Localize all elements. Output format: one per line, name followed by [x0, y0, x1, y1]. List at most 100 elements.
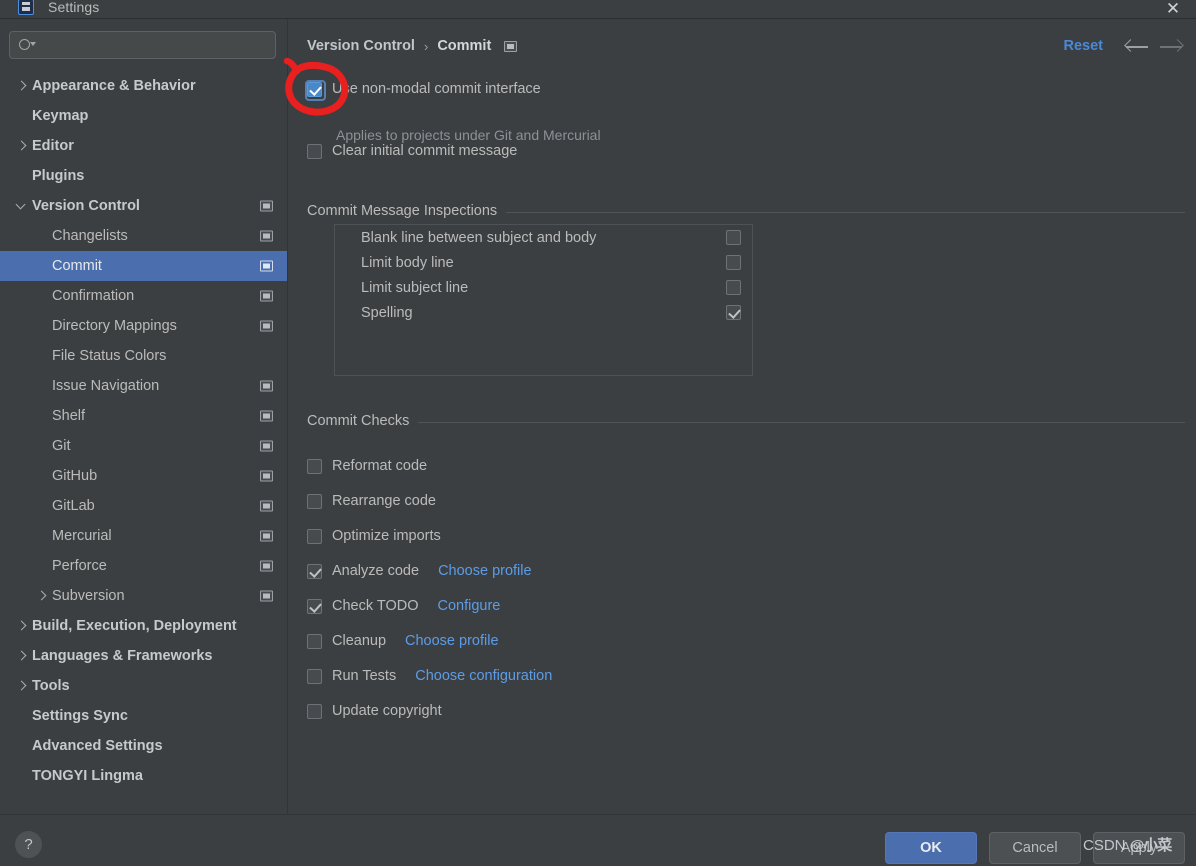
sidebar-item-label: TONGYI Lingma: [32, 768, 143, 784]
commit-check-update-copyright[interactable]: Update copyright: [307, 703, 442, 719]
project-level-settings-icon: [260, 440, 273, 452]
chevron-right-icon[interactable]: [14, 79, 28, 93]
commit-check-run-tests[interactable]: Run Tests Choose configuration: [307, 668, 552, 684]
sidebar-item-issue-navigation[interactable]: Issue Navigation: [0, 371, 287, 401]
commit-check-checkbox[interactable]: [307, 528, 322, 544]
option-label: Use non-modal commit interface: [332, 81, 541, 97]
sidebar-item-gitlab[interactable]: GitLab: [0, 491, 287, 521]
use-non-modal-commit-interface-checkbox[interactable]: [305, 79, 326, 101]
sidebar-item-github[interactable]: GitHub: [0, 461, 287, 491]
search-box[interactable]: [9, 31, 276, 59]
arrow-right-icon[interactable]: [1159, 37, 1184, 57]
commit-check-link[interactable]: Choose profile: [438, 563, 532, 579]
commit-check-checkbox[interactable]: [307, 493, 322, 509]
sidebar-item-version-control[interactable]: Version Control: [0, 191, 287, 221]
sidebar-item-build-execution-deployment[interactable]: Build, Execution, Deployment: [0, 611, 287, 641]
inspection-checkbox[interactable]: [726, 305, 741, 320]
sidebar-item-git[interactable]: Git: [0, 431, 287, 461]
project-level-settings-icon: [260, 290, 273, 302]
sidebar-item-file-status-colors[interactable]: File Status Colors: [0, 341, 287, 371]
chevron-right-icon[interactable]: [34, 589, 48, 603]
sidebar-item-changelists[interactable]: Changelists: [0, 221, 287, 251]
arrow-left-icon[interactable]: [1124, 37, 1149, 57]
commit-message-inspections-list[interactable]: Blank line between subject and body Limit…: [334, 224, 753, 376]
breadcrumb-parent[interactable]: Version Control: [307, 38, 415, 54]
commit-check-link[interactable]: Configure: [438, 598, 501, 614]
sidebar-item-keymap[interactable]: Keymap: [0, 101, 287, 131]
sidebar-item-subversion[interactable]: Subversion: [0, 581, 287, 611]
commit-check-checkbox[interactable]: [307, 633, 322, 649]
project-level-settings-icon: [260, 230, 273, 242]
commit-check-label: Run Tests: [332, 668, 397, 684]
commit-check-link[interactable]: Choose configuration: [415, 668, 552, 684]
sidebar-item-plugins[interactable]: Plugins: [0, 161, 287, 191]
inspection-row[interactable]: Blank line between subject and body: [335, 225, 752, 250]
chevron-right-icon[interactable]: [14, 649, 28, 663]
inspection-row[interactable]: Limit body line: [335, 250, 752, 275]
project-level-settings-icon: [260, 200, 273, 212]
clear-initial-commit-message-checkbox[interactable]: [307, 143, 322, 159]
inspection-row[interactable]: Limit subject line: [335, 275, 752, 300]
commit-check-checkbox[interactable]: [307, 668, 322, 684]
inspection-checkbox[interactable]: [726, 255, 741, 270]
sidebar-item-label: Settings Sync: [32, 708, 128, 724]
sidebar-item-settings-sync[interactable]: Settings Sync: [0, 701, 287, 731]
sidebar-item-tongyi-lingma[interactable]: TONGYI Lingma: [0, 761, 287, 791]
inspection-row[interactable]: Spelling: [335, 300, 752, 325]
commit-check-analyze-code[interactable]: Analyze code Choose profile: [307, 563, 532, 579]
ide-settings-icon: [18, 0, 34, 15]
dialog-footer: ? OK Cancel Apply: [0, 814, 1196, 866]
commit-check-check-todo[interactable]: Check TODO Configure: [307, 598, 500, 614]
sidebar-item-appearance-behavior[interactable]: Appearance & Behavior: [0, 71, 287, 101]
sidebar-item-label: Plugins: [32, 168, 85, 184]
sidebar-item-commit[interactable]: Commit: [0, 251, 287, 281]
sidebar-item-perforce[interactable]: Perforce: [0, 551, 287, 581]
sidebar-item-label: Tools: [32, 678, 70, 694]
commit-check-checkbox[interactable]: [307, 563, 322, 579]
inspection-checkbox[interactable]: [726, 230, 741, 245]
search-icon: [19, 38, 36, 53]
chevron-right-icon[interactable]: [14, 619, 28, 633]
sidebar-item-confirmation[interactable]: Confirmation: [0, 281, 287, 311]
apply-button[interactable]: Apply: [1093, 832, 1185, 864]
commit-check-checkbox[interactable]: [307, 703, 322, 719]
commit-check-reformat-code[interactable]: Reformat code: [307, 458, 427, 474]
sidebar-item-label: Issue Navigation: [52, 378, 160, 394]
sidebar-item-label: GitLab: [52, 498, 95, 514]
cancel-button[interactable]: Cancel: [989, 832, 1081, 864]
option-clear-initial-commit-message[interactable]: Clear initial commit message: [307, 143, 517, 159]
sidebar-item-mercurial[interactable]: Mercurial: [0, 521, 287, 551]
sidebar-item-label: Commit: [52, 258, 102, 274]
chevron-right-icon[interactable]: [14, 679, 28, 693]
sidebar-item-label: Shelf: [52, 408, 86, 424]
commit-check-checkbox[interactable]: [307, 458, 322, 474]
sidebar-item-editor[interactable]: Editor: [0, 131, 287, 161]
sidebar-item-advanced-settings[interactable]: Advanced Settings: [0, 731, 287, 761]
sidebar-item-label: Directory Mappings: [52, 318, 177, 334]
breadcrumb-current: Commit: [437, 38, 492, 54]
option-use-non-modal-commit-interface[interactable]: Use non-modal commit interface: [305, 79, 541, 101]
reset-button[interactable]: Reset: [1064, 38, 1104, 54]
commit-check-cleanup[interactable]: Cleanup Choose profile: [307, 633, 499, 649]
sidebar-item-tools[interactable]: Tools: [0, 671, 287, 701]
commit-check-label: Optimize imports: [332, 528, 441, 544]
chevron-right-icon[interactable]: [14, 139, 28, 153]
option-label: Clear initial commit message: [332, 143, 518, 159]
close-icon[interactable]: ✕: [1162, 0, 1184, 19]
window-title-bar: Settings ✕: [0, 0, 1196, 19]
sidebar-item-directory-mappings[interactable]: Directory Mappings: [0, 311, 287, 341]
search-input[interactable]: [34, 33, 275, 57]
project-level-settings-icon: [260, 410, 273, 422]
chevron-down-icon[interactable]: [14, 199, 28, 213]
commit-check-rearrange-code[interactable]: Rearrange code: [307, 493, 436, 509]
commit-check-checkbox[interactable]: [307, 598, 322, 614]
sidebar-item-languages-frameworks[interactable]: Languages & Frameworks: [0, 641, 287, 671]
help-button[interactable]: ?: [15, 831, 42, 858]
commit-check-optimize-imports[interactable]: Optimize imports: [307, 528, 441, 544]
commit-check-link[interactable]: Choose profile: [405, 633, 499, 649]
inspection-label: Blank line between subject and body: [361, 229, 597, 246]
sidebar-item-shelf[interactable]: Shelf: [0, 401, 287, 431]
inspection-checkbox[interactable]: [726, 280, 741, 295]
ok-button[interactable]: OK: [885, 832, 977, 864]
sidebar-item-label: File Status Colors: [52, 348, 167, 364]
